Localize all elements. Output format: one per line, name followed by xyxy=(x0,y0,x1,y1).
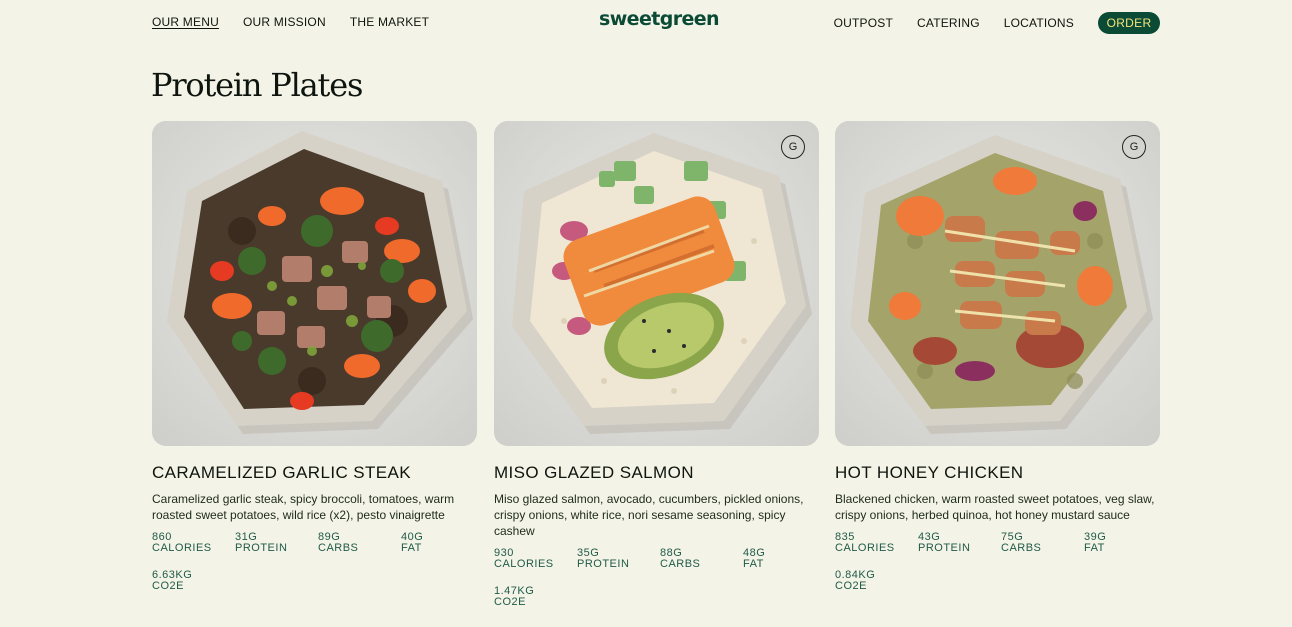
stat-protein: 43G PROTEIN xyxy=(918,531,971,554)
order-button[interactable]: ORDER xyxy=(1098,12,1160,34)
menu-card-chicken[interactable]: G HOT HONEY CHICKEN Blackened chicken, w… xyxy=(835,121,1160,592)
nav-left-links: OUR MENU OUR MISSION THE MARKET xyxy=(152,15,429,29)
stat-fat: 48G FAT xyxy=(743,547,766,570)
menu-card-steak[interactable]: CARAMELIZED GARLIC STEAK Caramelized gar… xyxy=(152,121,477,592)
page: OUR MENU OUR MISSION THE MARKET sweetgre… xyxy=(0,0,1292,627)
stat-carbs: 75G CARBS xyxy=(1001,531,1042,554)
stat-fat: 40G FAT xyxy=(401,531,424,554)
card-description: Caramelized garlic steak, spicy broccoli… xyxy=(152,492,455,522)
stat-calories: 860 CALORIES xyxy=(152,531,212,554)
card-title[interactable]: HOT HONEY CHICKEN xyxy=(835,463,1160,483)
stat-fat: 39G FAT xyxy=(1084,531,1107,554)
steak-bowl-image[interactable] xyxy=(152,121,477,446)
card-title[interactable]: CARAMELIZED GARLIC STEAK xyxy=(152,463,477,483)
gluten-free-badge: G xyxy=(1122,135,1146,159)
stat-co2e: 6.63KG CO2E xyxy=(152,569,193,592)
nav-the-market-link[interactable]: THE MARKET xyxy=(350,15,429,29)
stat-co2e: 0.84KG CO2E xyxy=(835,569,876,592)
chicken-bowl-image[interactable]: G xyxy=(835,121,1160,446)
nav-our-mission-link[interactable]: OUR MISSION xyxy=(243,15,326,29)
stat-protein: 31G PROTEIN xyxy=(235,531,288,554)
card-description: Blackened chicken, warm roasted sweet po… xyxy=(835,492,1155,522)
nav-catering-link[interactable]: CATERING xyxy=(917,16,980,30)
stat-co2e: 1.47KG CO2E xyxy=(494,585,535,608)
nav-outpost-link[interactable]: OUTPOST xyxy=(834,16,893,30)
card-title[interactable]: MISO GLAZED SALMON xyxy=(494,463,819,483)
nav-locations-link[interactable]: LOCATIONS xyxy=(1004,16,1074,30)
stat-carbs: 88G CARBS xyxy=(660,547,701,570)
gluten-free-badge: G xyxy=(781,135,805,159)
top-nav: OUR MENU OUR MISSION THE MARKET sweetgre… xyxy=(0,0,1292,44)
stat-calories: 835 CALORIES xyxy=(835,531,895,554)
sweetgreen-logo[interactable]: sweetgreen xyxy=(599,8,720,30)
nav-right-links: OUTPOST CATERING LOCATIONS ORDER xyxy=(834,12,1160,34)
stat-protein: 35G PROTEIN xyxy=(577,547,630,570)
nav-our-menu-link[interactable]: OUR MENU xyxy=(152,15,219,29)
steak-bowl-illustration xyxy=(152,121,477,446)
menu-card-salmon[interactable]: G MISO GLAZED SALMON Miso glazed salmon,… xyxy=(494,121,819,608)
stat-calories: 930 CALORIES xyxy=(494,547,554,570)
nutrition-stats: 835 CALORIES 43G PROTEIN 75G CARBS 39G FAT 0… xyxy=(835,532,1160,592)
nutrition-stats: 860 CALORIES 31G PROTEIN 89G CARBS 40G FAT 6… xyxy=(152,532,477,592)
chicken-bowl-illustration xyxy=(835,121,1160,446)
page-title: Protein Plates xyxy=(151,66,363,104)
salmon-bowl-image[interactable]: G xyxy=(494,121,819,446)
salmon-bowl-illustration xyxy=(494,121,819,446)
stat-carbs: 89G CARBS xyxy=(318,531,359,554)
card-description: Miso glazed salmon, avocado, cucumbers, … xyxy=(494,492,804,538)
nutrition-stats: 930 CALORIES 35G PROTEIN 88G CARBS 48G FAT 1… xyxy=(494,548,819,608)
